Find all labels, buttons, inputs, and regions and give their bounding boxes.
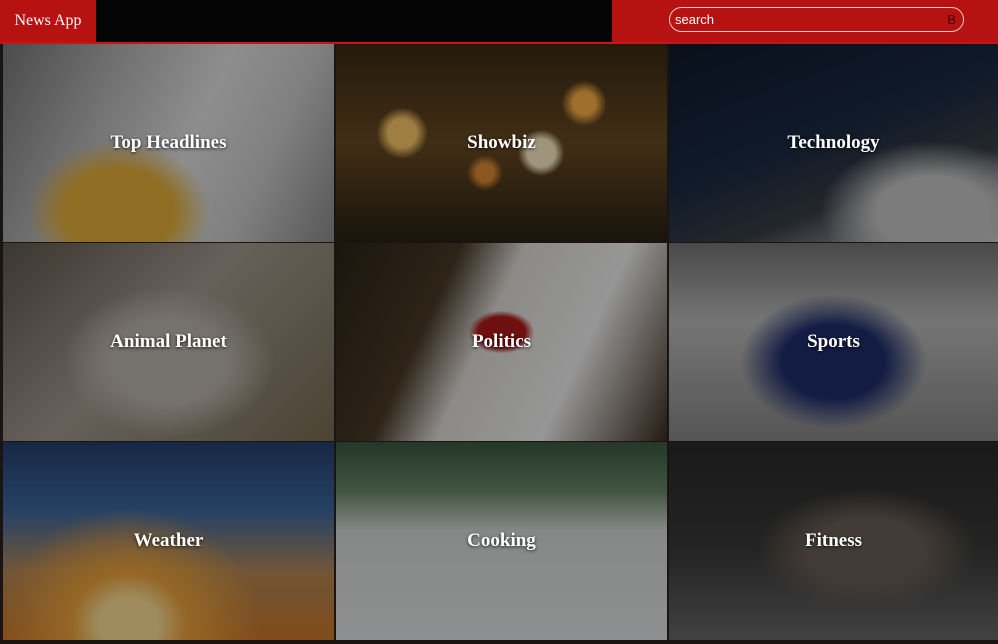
category-tile-technology[interactable]: Technology xyxy=(669,44,998,242)
search-area: B xyxy=(612,0,998,42)
category-tile-showbiz[interactable]: Showbiz xyxy=(336,44,667,242)
search-input[interactable] xyxy=(675,8,935,31)
category-tile-fitness[interactable]: Fitness xyxy=(669,442,998,640)
category-tile-top-headlines[interactable]: Top Headlines xyxy=(3,44,334,242)
category-tile-sports[interactable]: Sports xyxy=(669,243,998,441)
category-label: Technology xyxy=(787,132,880,153)
app-brand[interactable]: News App xyxy=(0,0,96,42)
search-box: B xyxy=(669,7,964,32)
category-label: Sports xyxy=(807,331,860,352)
category-label: Politics xyxy=(471,331,532,352)
category-tile-politics[interactable]: Politics xyxy=(336,243,667,441)
category-tile-animal-planet[interactable]: Animal Planet xyxy=(3,243,334,441)
category-label: Weather xyxy=(133,530,204,551)
category-label: Fitness xyxy=(805,530,862,551)
category-label: Animal Planet xyxy=(110,331,227,352)
category-tile-weather[interactable]: Weather xyxy=(3,442,334,640)
category-label: Cooking xyxy=(467,530,536,551)
category-tile-cooking[interactable]: Cooking xyxy=(336,442,667,640)
category-grid: Top Headlines Showbiz Technology Animal … xyxy=(0,44,998,644)
search-button[interactable]: B xyxy=(947,12,956,27)
category-label: Top Headlines xyxy=(110,132,227,153)
top-navbar: News App B xyxy=(0,0,998,42)
category-label: Showbiz xyxy=(467,132,536,153)
